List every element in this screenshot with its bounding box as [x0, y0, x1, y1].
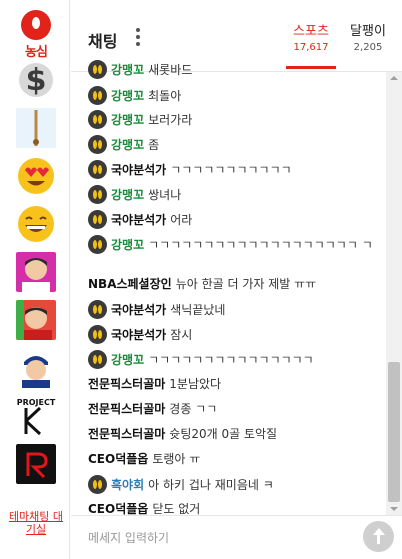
chat-message: 국야분석가 잠시 — [88, 325, 378, 344]
chat-message-text: 슛팅20개 0골 토악질 — [169, 427, 278, 441]
chat-message-text: 토랭아 ㅠ — [152, 452, 201, 466]
chat-message-text: 1분남았다 — [169, 377, 222, 391]
chat-message-text: ㄱㄱㄱㄱㄱㄱㄱㄱㄱㄱㄱㄱㄱㄱㄱ — [148, 353, 314, 367]
chat-message: 국야분석가 어라 — [88, 210, 378, 229]
chat-nickname[interactable]: 국야분석가 — [111, 303, 166, 317]
user-grade-badge-icon — [88, 325, 107, 344]
tab-sports-label: 스포츠 — [293, 24, 329, 39]
chat-message: 전문픽스터골마 1분남았다 — [88, 375, 378, 393]
chat-nickname[interactable]: NBA스페셜장인 — [88, 277, 172, 291]
user-grade-badge-icon — [88, 86, 107, 105]
emote-sidebar: 농심 $ PROJECT 테마채팅 대기실 — [0, 0, 70, 559]
send-arrow-icon[interactable] — [363, 521, 394, 552]
user-grade-badge-icon — [88, 235, 107, 254]
chat-message: 강맹꼬 좀 — [88, 135, 378, 154]
nongshim-logo-text: 농심 — [25, 45, 48, 60]
nongshim-logo[interactable]: 농심 — [16, 10, 56, 60]
project-k-emote[interactable]: PROJECT — [16, 396, 56, 436]
chat-message: 강맹꼬 쌍녀나 — [88, 185, 378, 204]
chat-message: 강맹꼬 최돌아 — [88, 86, 378, 105]
chat-nickname[interactable]: CEO덕플옵 — [88, 452, 148, 466]
player-emote[interactable] — [16, 348, 56, 388]
grin-emote[interactable] — [16, 204, 56, 244]
chat-nickname[interactable]: 강맹꼬 — [111, 353, 144, 367]
user-grade-badge-icon — [88, 475, 107, 494]
chat-nickname[interactable]: 전문픽스터골마 — [88, 402, 165, 416]
chat-message-text: 뉴아 한골 더 가자 제발 ㅠㅠ — [175, 277, 317, 291]
chat-message-text: 새롯바드 — [148, 63, 193, 77]
nongshim-logo-mark — [21, 10, 51, 40]
message-input-area: 메세지 입력하기 — [71, 515, 402, 559]
chat-nickname[interactable]: 흑야회 — [111, 478, 144, 492]
chat-message-text: 쌍녀나 — [148, 188, 182, 202]
chat-message: CEO덕플옵 토랭아 ㅠ — [88, 450, 378, 468]
chat-message-text: 색닉끝났네 — [170, 303, 226, 317]
chat-nickname[interactable]: 강맹꼬 — [111, 113, 144, 127]
chat-message: 전문픽스터골마 슛팅20개 0골 토악질 — [88, 425, 378, 443]
svg-text:$: $ — [26, 63, 47, 98]
svg-text:PROJECT: PROJECT — [17, 398, 56, 407]
chat-nickname[interactable]: 전문픽스터골마 — [88, 427, 165, 441]
chat-message: 강맹꼬 새롯바드 — [88, 60, 378, 79]
chat-nickname[interactable]: 강맹꼬 — [111, 138, 144, 152]
red-face-emote[interactable] — [16, 300, 56, 340]
chat-message-text: 최돌아 — [148, 89, 182, 103]
chat-nickname[interactable]: 강맹꼬 — [111, 238, 144, 252]
chat-message-text: 어라 — [170, 213, 193, 227]
chat-nickname[interactable]: 강맹꼬 — [111, 89, 144, 103]
pink-face-emote[interactable] — [16, 252, 56, 292]
user-grade-badge-icon — [88, 110, 107, 129]
chat-nickname[interactable]: 강맹꼬 — [111, 188, 144, 202]
tab-sports[interactable]: 스포츠 17,617 — [286, 20, 336, 69]
red-r-emote[interactable] — [16, 444, 56, 484]
user-grade-badge-icon — [88, 60, 107, 79]
tab-snail[interactable]: 달팽이 2,205 — [347, 20, 389, 53]
chat-message-text: 좀 — [148, 138, 160, 152]
chat-message: 강맹꼬 ㄱㄱㄱㄱㄱㄱㄱㄱㄱㄱㄱㄱㄱㄱㄱㄱㄱㄱㄱ ㄱ — [88, 235, 378, 254]
user-grade-badge-icon — [88, 185, 107, 204]
chat-message: 강맹꼬 ㄱㄱㄱㄱㄱㄱㄱㄱㄱㄱㄱㄱㄱㄱㄱ — [88, 350, 378, 369]
chat-message-text: 경종 ㄱㄱ — [169, 402, 218, 416]
chat-message-text: ㄱㄱㄱㄱㄱㄱㄱㄱㄱㄱㄱ — [170, 163, 292, 177]
chat-message-text: 아 하키 겁나 재미음네 ㅋ — [148, 478, 274, 492]
chat-message: 전문픽스터골마 경종 ㄱㄱ — [88, 400, 378, 418]
chat-message-text: 잠시 — [170, 328, 193, 342]
tab-snail-label: 달팽이 — [350, 24, 386, 39]
chat-message: 강맹꼬 보러가라 — [88, 110, 378, 129]
user-grade-badge-icon — [88, 210, 107, 229]
heart-eyes-emote[interactable] — [16, 156, 56, 196]
user-grade-badge-icon — [88, 135, 107, 154]
chat-nickname[interactable]: 국야분석가 — [111, 328, 166, 342]
chat-message: CEO덕플옵 닫도 없거 — [88, 500, 378, 515]
chat-nickname[interactable]: 강맹꼬 — [111, 63, 144, 77]
chat-nickname[interactable]: 국야분석가 — [111, 163, 166, 177]
chat-message-text: 닫도 없거 — [152, 502, 201, 515]
chat-message: 국야분석가 색닉끝났네 — [88, 300, 378, 319]
chat-message-text: ㄱㄱㄱㄱㄱㄱㄱㄱㄱㄱㄱㄱㄱㄱㄱㄱㄱㄱㄱ ㄱ — [148, 238, 373, 252]
chat-message: 흑야회 아 하키 겁나 재미음네 ㅋ — [88, 475, 378, 494]
tab-sports-count: 17,617 — [293, 42, 329, 53]
chat-scrollbar[interactable] — [386, 72, 402, 515]
scroll-down-arrow-icon[interactable] — [386, 503, 402, 515]
tab-snail-count: 2,205 — [353, 42, 383, 53]
dollar-emote[interactable]: $ — [16, 60, 56, 100]
message-input[interactable]: 메세지 입력하기 — [88, 529, 169, 546]
chat-message: NBA스페셜장인 뉴아 한골 더 가자 제발 ㅠㅠ — [88, 275, 378, 293]
chat-title: 채팅 — [88, 32, 118, 51]
chat-message-list[interactable]: 강맹꼬 새롯바드 강맹꼬 최돌아 강맹꼬 보러가라 강맹꼬 좀 국야분석가 ㄱㄱㄱㄱㄱㄱㄱㄱㄱㄱㄱ… — [71, 60, 386, 515]
user-grade-badge-icon — [88, 300, 107, 319]
more-options-icon[interactable] — [131, 26, 145, 48]
chat-nickname[interactable]: CEO덕플옵 — [88, 502, 148, 515]
user-grade-badge-icon — [88, 160, 107, 179]
stick-emote[interactable] — [16, 108, 56, 148]
scroll-up-arrow-icon[interactable] — [386, 72, 402, 84]
chat-message: 국야분석가 ㄱㄱㄱㄱㄱㄱㄱㄱㄱㄱㄱ — [88, 160, 378, 179]
theme-chat-lobby-link[interactable]: 테마채팅 대기실 — [8, 510, 64, 536]
chat-nickname[interactable]: 국야분석가 — [111, 213, 166, 227]
chat-message-text: 보러가라 — [148, 113, 193, 127]
user-grade-badge-icon — [88, 350, 107, 369]
scrollbar-thumb[interactable] — [388, 362, 400, 502]
chat-nickname[interactable]: 전문픽스터골마 — [88, 377, 165, 391]
